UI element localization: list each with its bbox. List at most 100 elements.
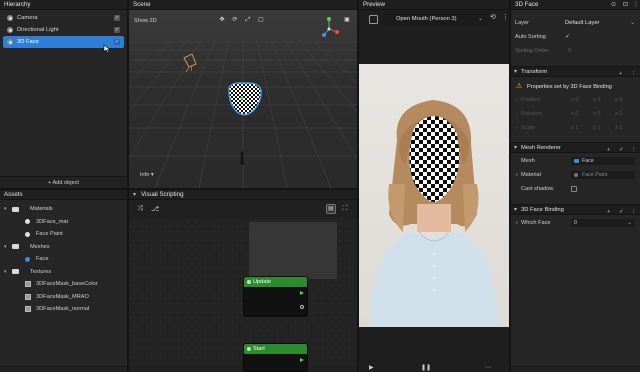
visibility-icon[interactable] (7, 27, 13, 33)
texture-icon (25, 281, 31, 287)
sorting-order-label: Sorting Order (515, 48, 549, 54)
enabled-checkbox[interactable]: ✓ (114, 27, 120, 33)
chevron-down-icon[interactable]: ▾ (133, 190, 136, 200)
mesh-icon (574, 159, 579, 163)
position-label: Position (521, 97, 541, 103)
texture-icon (25, 293, 31, 300)
mesh-field[interactable]: Face (571, 157, 635, 165)
sorting-order-field[interactable]: 0 (565, 47, 635, 55)
assets-title: Assets (0, 190, 127, 200)
rotation-label: Rotation (521, 111, 542, 117)
asset-label: 3DFaceMask_baseColor (36, 281, 98, 287)
transform-notice: ⚠ Properties set by 3D Face Binding (511, 81, 640, 93)
hierarchy-item-directional-light[interactable]: Directional Light ✓ (3, 24, 124, 36)
visibility-icon[interactable] (7, 39, 13, 45)
caret-icon[interactable]: › (516, 217, 518, 229)
chevron-down-icon[interactable]: ▾ (4, 203, 7, 216)
exec-out-port[interactable] (300, 358, 304, 362)
visibility-icon[interactable] (7, 15, 13, 21)
transform-notice-text: Properties set by 3D Face Binding (527, 84, 612, 90)
layout-view-icon[interactable]: ▤ (326, 204, 336, 214)
more-controls-icon[interactable]: ⋯ (485, 364, 491, 371)
inspector-object-name: 3D Face (511, 0, 640, 10)
pause-control-icon[interactable]: ❚❚ (421, 364, 431, 371)
mesh-label: Mesh (521, 158, 535, 164)
data-out-port[interactable] (300, 305, 304, 309)
lock-icon[interactable]: ⊡ (623, 1, 628, 8)
enabled-checkbox[interactable]: ✓ (114, 15, 120, 21)
play-control-icon[interactable]: ▶ (369, 364, 374, 371)
visual-scripting-header: ▾ Visual Scripting (129, 190, 357, 200)
layer-dropdown[interactable]: Default Layer ⌄ (565, 19, 637, 27)
auto-sorting-checkbox[interactable]: ✓ (565, 33, 570, 40)
preview-selector[interactable]: Open Mouth (Person 3) ⌄ (382, 13, 487, 25)
which-face-dropdown[interactable]: 0 ⌄ (571, 219, 635, 227)
asset-item[interactable]: 3DFaceMask_normal (0, 303, 127, 316)
rotate-tool-icon[interactable]: ⟳ (230, 15, 240, 25)
asset-label: 3DFaceMask_normal (36, 306, 90, 312)
scene-panel: Scene Show 2D ✥ ⟳ ⤢ ▢ ▣ Info ▾ (129, 0, 357, 188)
device-icon[interactable] (369, 15, 378, 24)
cast-shadow-checkbox[interactable] (571, 186, 577, 192)
splitter-horizontal[interactable] (0, 188, 357, 190)
asset-item[interactable]: 3DFaceMask_MRAO (0, 291, 127, 304)
splitter-vertical[interactable] (509, 0, 511, 372)
asset-label: Meshes (30, 243, 50, 250)
more-options-icon[interactable]: ⋮ (502, 13, 509, 21)
enabled-checkbox[interactable]: ✓ (114, 39, 120, 45)
scale-tool-icon[interactable]: ⤢ (243, 15, 253, 25)
update-node[interactable]: Update (243, 276, 308, 317)
orientation-gizmo-icon[interactable] (317, 15, 345, 43)
shuffle-icon[interactable]: ⤨ (137, 205, 143, 213)
refresh-icon[interactable]: ⟲ (490, 13, 496, 21)
asset-item[interactable]: Face Paint (0, 228, 127, 241)
rotation-y: 0 (597, 111, 601, 117)
folder-icon (12, 244, 19, 249)
rotation-row: › Rotation x 0 y 0 z 0 (511, 108, 640, 120)
material-value: Face Paint (582, 172, 608, 178)
preview-selector-label: Open Mouth (Person 3) (396, 16, 457, 22)
scale-x: 1 (575, 125, 579, 131)
more-options-icon[interactable]: ⋮ (631, 69, 637, 80)
chevron-down-icon[interactable]: ▾ (4, 241, 7, 254)
add-icon[interactable]: + (619, 69, 622, 80)
scene-title: Scene (129, 0, 357, 10)
rect-tool-icon[interactable]: ▢ (256, 15, 266, 25)
material-field[interactable]: Face Paint (571, 171, 635, 179)
asset-folder-materials[interactable]: ▾ Materials (0, 203, 127, 216)
assets-footer-bar[interactable] (0, 366, 127, 372)
chevron-down-icon[interactable]: ▾ (4, 266, 7, 279)
more-options-icon[interactable]: ⋮ (633, 1, 639, 8)
folder-icon (12, 269, 19, 274)
asset-folder-textures[interactable]: ▾ Textures (0, 266, 127, 279)
face-binding-section-header[interactable]: 3D Face Binding + ✓ ⋮ (511, 204, 640, 216)
branch-icon[interactable]: ⎇ (151, 205, 159, 213)
fullscreen-icon[interactable]: ⛶ (340, 204, 350, 214)
pin-icon[interactable]: ⊙ (611, 1, 616, 8)
camera-view-icon[interactable]: ▣ (342, 15, 352, 25)
layer-label: Layer (515, 20, 529, 26)
position-y: 0 (597, 97, 601, 103)
inspector-footer-bar[interactable] (511, 366, 640, 372)
caret-icon[interactable]: › (516, 169, 518, 181)
move-tool-icon[interactable]: ✥ (217, 15, 227, 25)
splitter-vertical[interactable] (357, 0, 359, 372)
show-2d-toggle[interactable]: Show 2D (134, 18, 157, 24)
hierarchy-item-camera[interactable]: Camera ✓ (3, 12, 124, 24)
asset-item[interactable]: Face (0, 253, 127, 266)
asset-item[interactable]: 3DFaceMask_baseColor (0, 278, 127, 291)
splitter-vertical[interactable] (127, 0, 129, 372)
asset-item[interactable]: 3DFace_mat (0, 216, 127, 229)
folder-icon (12, 206, 19, 212)
asset-folder-meshes[interactable]: ▾ Meshes (0, 241, 127, 254)
info-dropdown[interactable]: Info ▾ (140, 172, 154, 178)
start-node[interactable]: Start (243, 343, 308, 372)
material-icon (25, 219, 30, 224)
exec-out-port[interactable] (300, 291, 304, 295)
position-row: › Position x 0 y 0 z 0 (511, 94, 640, 106)
add-object-button[interactable]: + Add object (0, 176, 127, 188)
texture-icon (25, 306, 31, 312)
transform-section-header[interactable]: Transform + ⋮ (511, 66, 640, 80)
preview-image (359, 64, 509, 327)
mesh-renderer-section-header[interactable]: Mesh Renderer + ✓ ⋮ (511, 142, 640, 154)
